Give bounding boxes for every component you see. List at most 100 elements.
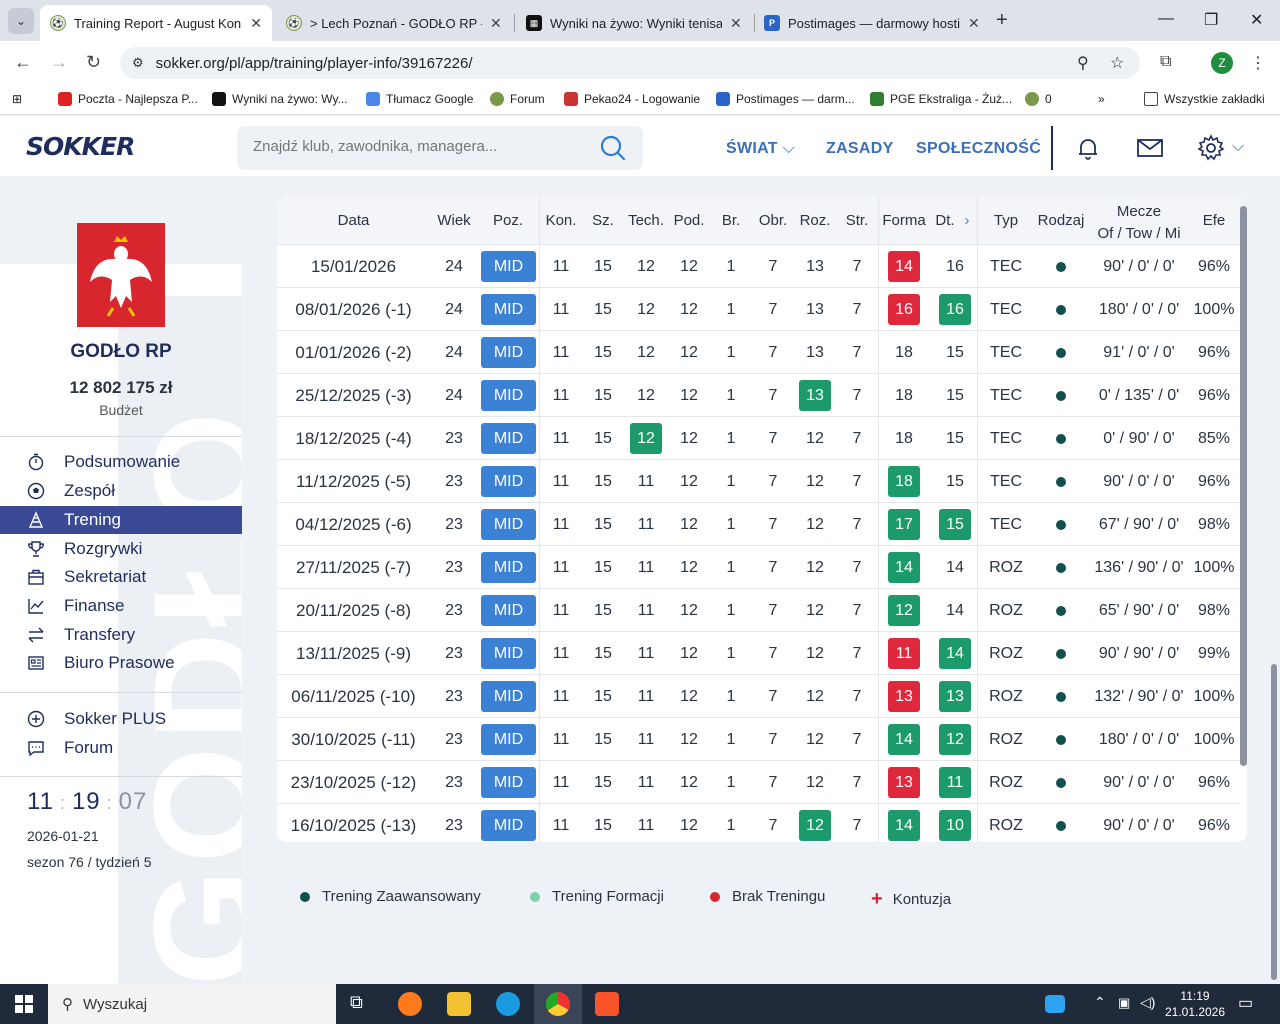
col-tech[interactable]: Tech. [625,212,667,229]
tab-search-button[interactable]: ⌄ [8,8,34,34]
sidebar-item-finance[interactable]: Finanse [0,592,242,620]
table-row[interactable]: 13/11/2025 (-9) 23 11 15 11 12 1 7 12 7 11 14 ROZ 90'… [277,631,1240,674]
taskbar-search[interactable]: ⚲ Wyszukaj [48,984,336,1024]
sidebar-item-competitions[interactable]: Rozgrywki [0,535,242,563]
address-bar[interactable]: ⚙ sokker.org/pl/app/training/player-info… [120,47,1140,79]
nav-community[interactable]: SPOŁECZNOŚĆ [916,140,1041,158]
file-explorer-icon[interactable] [447,992,471,1016]
col-kon[interactable]: Kon. [541,212,581,229]
table-row[interactable]: 08/01/2026 (-1) 24 11 15 12 12 1 7 13 7 16 16 TEC 180… [277,287,1240,330]
bookmark-item[interactable]: PGE Ekstraliga - Żuż... [870,92,1012,106]
zoom-icon[interactable]: ⚲ [1077,53,1089,73]
chevron-right-icon[interactable]: › [959,212,975,229]
sidebar-item-transfers[interactable]: Transfery [0,621,242,649]
table-row[interactable]: 16/10/2025 (-13) 23 11 15 11 12 1 7 12 7 14 10 ROZ 90… [277,803,1240,842]
more-menu-icon[interactable]: ⋮ [1250,53,1266,73]
sidebar-item-forum[interactable]: Forum [0,734,242,762]
tray-chevron-icon[interactable]: ⌃ [1094,994,1106,1011]
task-view-icon[interactable]: ⧉ [350,992,374,1016]
back-arrow-icon[interactable]: ← [14,52,32,73]
search-input[interactable] [253,138,583,155]
bell-icon[interactable] [1074,134,1102,162]
col-pos[interactable]: Poz. [480,212,536,229]
club-emblem[interactable] [77,223,165,327]
new-tab-button[interactable]: + [996,9,1008,32]
col-rodzaj[interactable]: Rodzaj [1033,212,1089,229]
col-age[interactable]: Wiek [430,212,478,229]
browser-tab-training-report[interactable]: ⚽ Training Report - August Konkie ✕ [40,5,272,41]
col-typ[interactable]: Typ [981,212,1031,229]
sidebar-item-training[interactable]: Trening [0,506,242,534]
col-br[interactable]: Br. [711,212,751,229]
firefox-icon[interactable] [398,992,422,1016]
bookmark-item[interactable]: Tłumacz Google [366,92,473,106]
mail-icon[interactable] [1136,134,1164,162]
nav-rules[interactable]: ZASADY [826,140,894,158]
search-box[interactable] [237,126,643,170]
table-row[interactable]: 25/12/2025 (-3) 24 11 15 12 12 1 7 13 7 18 15 TEC 0' … [277,373,1240,416]
table-row[interactable]: 27/11/2025 (-7) 23 11 15 11 12 1 7 12 7 14 14 ROZ 136… [277,545,1240,588]
extensions-icon[interactable]: ⧉ [1160,53,1171,71]
table-row[interactable]: 15/01/2026 24 11 15 12 12 1 7 13 7 14 16 TEC 90' / 0'… [277,244,1240,287]
chrome-icon[interactable] [546,992,570,1016]
col-efe[interactable]: Efe [1189,212,1239,229]
profile-avatar[interactable]: Z [1211,52,1233,74]
sidebar-item-sokker-plus[interactable]: Sokker PLUS [0,705,242,733]
browser-tab-postimages[interactable]: P Postimages — darmowy hostin ✕ [754,5,990,41]
club-name[interactable]: GODŁO RP [0,341,242,363]
close-tab-icon[interactable]: ✕ [490,15,502,32]
table-row[interactable]: 18/12/2025 (-4) 23 11 15 12 12 1 7 12 7 18 15 TEC 0' … [277,416,1240,459]
bookmark-item[interactable]: 0 [1025,92,1052,106]
more-bookmarks-icon[interactable]: » [1098,92,1105,106]
taskbar-clock[interactable]: 11:19 21.01.2026 [1160,988,1230,1020]
table-row[interactable]: 11/12/2025 (-5) 23 11 15 11 12 1 7 12 7 18 15 TEC 90'… [277,459,1240,502]
bookmark-item[interactable]: Pekao24 - Logowanie [564,92,700,106]
col-pod[interactable]: Pod. [669,212,709,229]
table-row[interactable]: 04/12/2025 (-6) 23 11 15 11 12 1 7 12 7 17 15 TEC 67'… [277,502,1240,545]
col-roz[interactable]: Roz. [795,212,835,229]
network-icon[interactable]: ▣ [1118,995,1130,1011]
windows-start-icon[interactable] [15,995,33,1013]
restore-button[interactable]: ❐ [1204,10,1218,30]
widget-icon[interactable] [1045,995,1065,1013]
sidebar-item-office[interactable]: Sekretariat [0,563,242,591]
forward-arrow-icon[interactable]: → [50,52,68,73]
table-scrollbar-thumb[interactable] [1240,206,1247,766]
chevron-down-icon[interactable]: ⌵ [1232,138,1244,156]
table-row[interactable]: 01/01/2026 (-2) 24 11 15 12 12 1 7 13 7 18 15 TEC 91'… [277,330,1240,373]
sidebar-item-press[interactable]: Biuro Prasowe [0,649,242,677]
browser-tab-lech[interactable]: ⚽ > Lech Poznań - GODŁO RP - S ✕ [276,5,512,41]
bookmark-item[interactable]: Poczta - Najlepsza P... [58,92,198,106]
bookmark-item[interactable]: Postimages — darm... [716,92,855,106]
brave-icon[interactable] [595,992,619,1016]
col-dt[interactable]: Dt. [932,212,958,229]
table-row[interactable]: 30/10/2025 (-11) 23 11 15 11 12 1 7 12 7 14 12 ROZ 18… [277,717,1240,760]
close-window-button[interactable]: ✕ [1250,10,1263,30]
notification-icon[interactable]: ▭ [1238,993,1253,1013]
apps-grid-icon[interactable]: ⊞ [12,92,22,106]
minimize-button[interactable]: — [1158,10,1174,28]
col-date[interactable]: Data [277,212,430,229]
col-mecze[interactable]: Mecze Of / Tow / Mi [1091,201,1187,245]
close-tab-icon[interactable]: ✕ [250,15,262,32]
bookmark-item[interactable]: Wyniki na żywo: Wy... [212,92,348,106]
table-row[interactable]: 23/10/2025 (-12) 23 11 15 11 12 1 7 12 7 13 11 ROZ 90… [277,760,1240,803]
nav-world[interactable]: ŚWIAT ⌵ [726,140,795,158]
close-tab-icon[interactable]: ✕ [968,15,980,32]
sidebar-item-team[interactable]: Zespół [0,477,242,505]
sokker-logo[interactable]: SOKKER [26,132,135,161]
close-tab-icon[interactable]: ✕ [730,15,742,32]
browser-tab-wyniki[interactable]: ▦ Wyniki na żywo: Wyniki tenisa n ✕ [516,5,752,41]
col-forma[interactable]: Forma [880,212,928,229]
bookmark-star-icon[interactable]: ☆ [1110,53,1124,73]
page-scrollbar-thumb[interactable] [1271,664,1277,980]
volume-icon[interactable]: ◁) [1140,994,1155,1011]
search-icon[interactable] [600,135,626,161]
col-sz[interactable]: Sz. [583,212,623,229]
table-row[interactable]: 20/11/2025 (-8) 23 11 15 11 12 1 7 12 7 12 14 ROZ 65'… [277,588,1240,631]
sidebar-item-summary[interactable]: Podsumowanie [0,448,242,476]
edge-icon[interactable] [496,992,520,1016]
site-info-icon[interactable]: ⚙ [132,55,144,71]
col-obr[interactable]: Obr. [753,212,793,229]
col-str[interactable]: Str. [837,212,877,229]
